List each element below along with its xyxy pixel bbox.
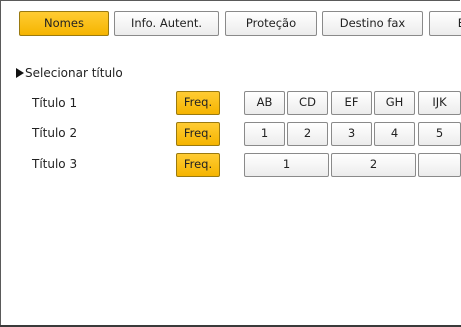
title3-1-button[interactable]: 1 [244, 153, 329, 177]
tab-protecao[interactable]: Proteção [225, 11, 317, 36]
row-label-titulo-3: Título 3 [32, 157, 78, 171]
title3-next-button[interactable] [418, 153, 461, 177]
title1-gh-button[interactable]: GH [374, 91, 415, 115]
tab-destino-fax[interactable]: Destino fax [322, 11, 423, 36]
title1-freq-button[interactable]: Freq. [176, 91, 220, 115]
tab-info-autent[interactable]: Info. Autent. [114, 11, 219, 36]
tab-nomes[interactable]: Nomes [19, 11, 109, 36]
tab-e[interactable]: E [429, 11, 461, 36]
title3-2-button[interactable]: 2 [331, 153, 416, 177]
title2-freq-button[interactable]: Freq. [176, 122, 220, 146]
title2-1-button[interactable]: 1 [244, 122, 285, 146]
section-heading: Selecionar título [16, 66, 123, 80]
title2-4-button[interactable]: 4 [374, 122, 415, 146]
title1-ef-button[interactable]: EF [331, 91, 372, 115]
title2-3-button[interactable]: 3 [331, 122, 372, 146]
title2-2-button[interactable]: 2 [287, 122, 328, 146]
section-heading-text: Selecionar título [25, 66, 123, 80]
title2-5-button[interactable]: 5 [418, 122, 461, 146]
title1-cd-button[interactable]: CD [287, 91, 328, 115]
row-label-titulo-2: Título 2 [32, 126, 78, 140]
title3-freq-button[interactable]: Freq. [176, 153, 220, 177]
row-label-titulo-1: Título 1 [32, 96, 78, 110]
play-arrow-icon [16, 68, 24, 78]
title1-ijk-button[interactable]: IJK [418, 91, 461, 115]
title1-ab-button[interactable]: AB [244, 91, 285, 115]
